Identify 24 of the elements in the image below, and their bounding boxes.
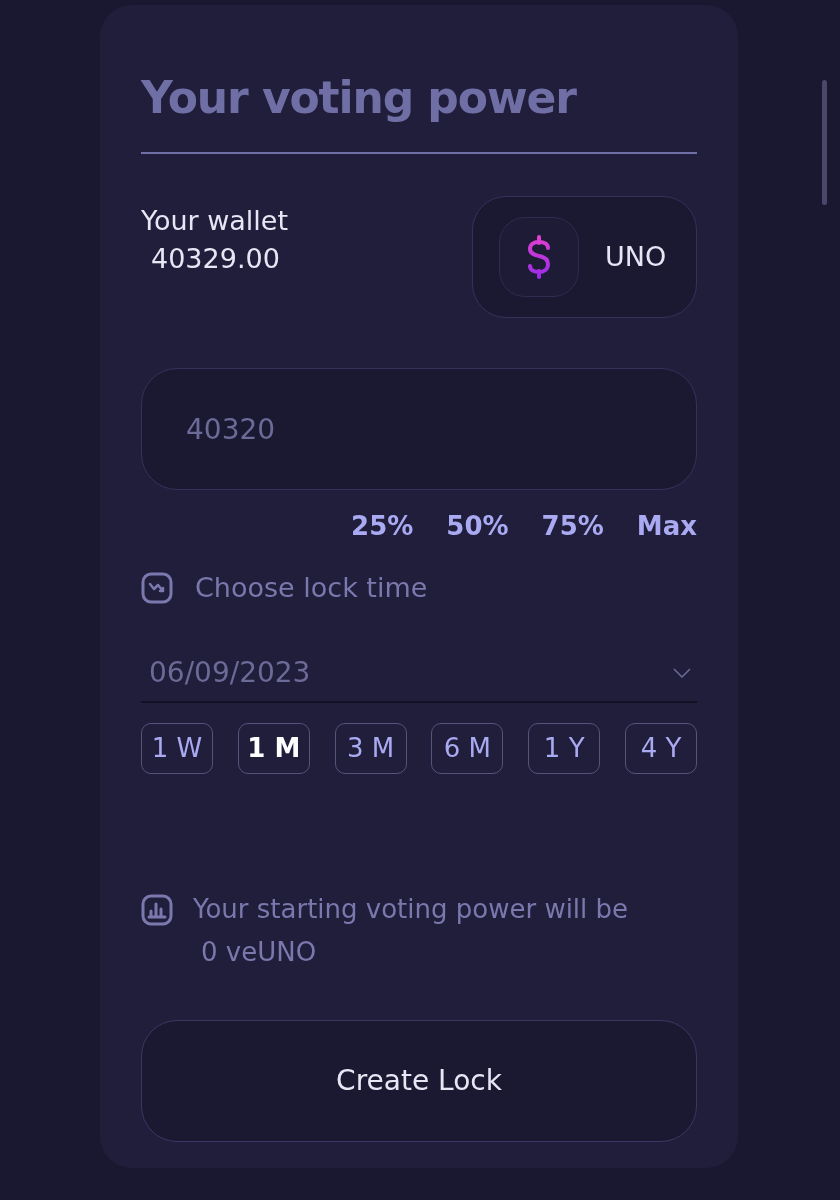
lock-time-label: Choose lock time [195,571,428,605]
create-lock-button[interactable]: Create Lock [141,1019,697,1142]
duration-button[interactable]: 6 M [431,722,504,774]
dollar-icon [526,235,552,279]
voting-power-value: 0 veUNO [201,935,318,969]
duration-button[interactable]: 1 M [237,722,310,774]
percent-button[interactable]: 50% [446,510,509,542]
percent-button[interactable]: 75% [541,510,604,542]
token-selector[interactable]: UNO [472,196,697,318]
duration-button[interactable]: 4 Y [625,722,697,774]
percent-button[interactable]: Max [636,510,697,542]
voting-power-text: Your starting voting power will be [193,892,629,926]
amount-field[interactable]: 40320 [141,368,697,490]
duration-button[interactable]: 1 W [141,722,213,774]
wallet-label: Your wallet [141,204,289,238]
duration-button[interactable]: 3 M [334,722,407,774]
token-label: UNO [605,239,667,274]
card-title: Your voting power [141,71,578,125]
chart-down-icon [141,572,173,605]
bar-chart-icon [141,893,173,926]
chevron-down-icon [673,667,691,678]
duration-button[interactable]: 1 Y [528,722,601,774]
wallet-balance: 40329.00 [151,242,281,276]
percent-button[interactable]: 25% [351,510,414,542]
